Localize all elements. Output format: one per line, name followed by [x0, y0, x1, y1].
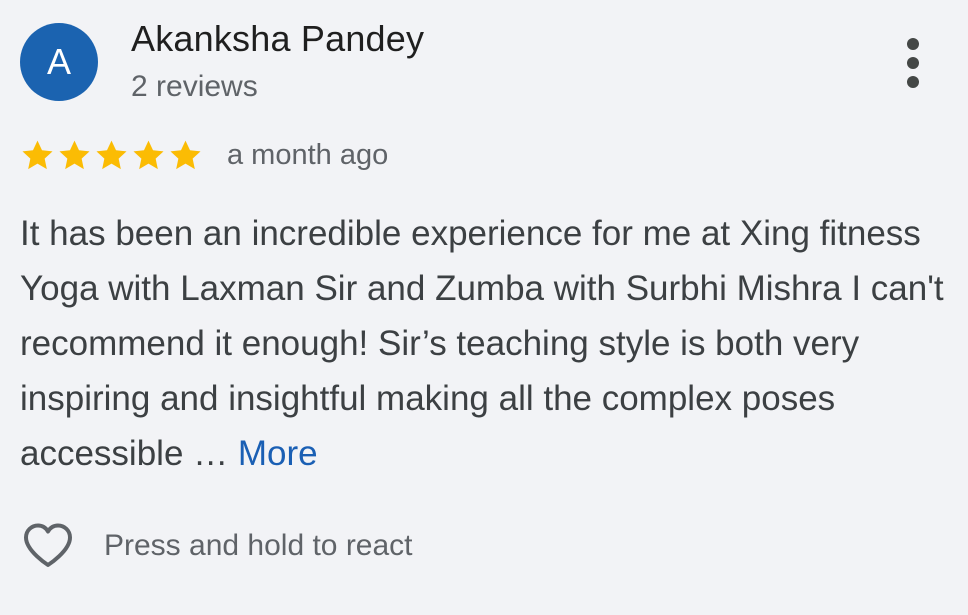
star-rating	[20, 138, 203, 173]
heart-outline-icon[interactable]	[20, 518, 76, 574]
star-icon	[170, 140, 201, 169]
reviews-count: 2 reviews	[131, 70, 258, 103]
react-row[interactable]: Press and hold to react	[20, 518, 413, 574]
avatar-letter: A	[46, 41, 71, 82]
star-icon	[96, 140, 127, 169]
star-icon	[59, 140, 90, 169]
more-vert-icon[interactable]	[898, 38, 928, 88]
menu-dot	[907, 76, 919, 88]
review-time: a month ago	[227, 138, 389, 171]
menu-dot	[907, 57, 919, 69]
more-link[interactable]: More	[238, 434, 318, 473]
rating-row: a month ago	[20, 135, 388, 175]
react-label: Press and hold to react	[104, 529, 413, 562]
review-body: It has been an incredible experience for…	[20, 214, 944, 473]
menu-dot	[907, 38, 919, 50]
star-icon	[22, 140, 53, 169]
avatar[interactable]: A	[20, 23, 98, 101]
star-icon	[133, 140, 164, 169]
review-text: It has been an incredible experience for…	[20, 206, 950, 481]
reviewer-name[interactable]: Akanksha Pandey	[131, 18, 424, 60]
review-card: A Akanksha Pandey 2 reviews a month ago …	[0, 0, 968, 615]
